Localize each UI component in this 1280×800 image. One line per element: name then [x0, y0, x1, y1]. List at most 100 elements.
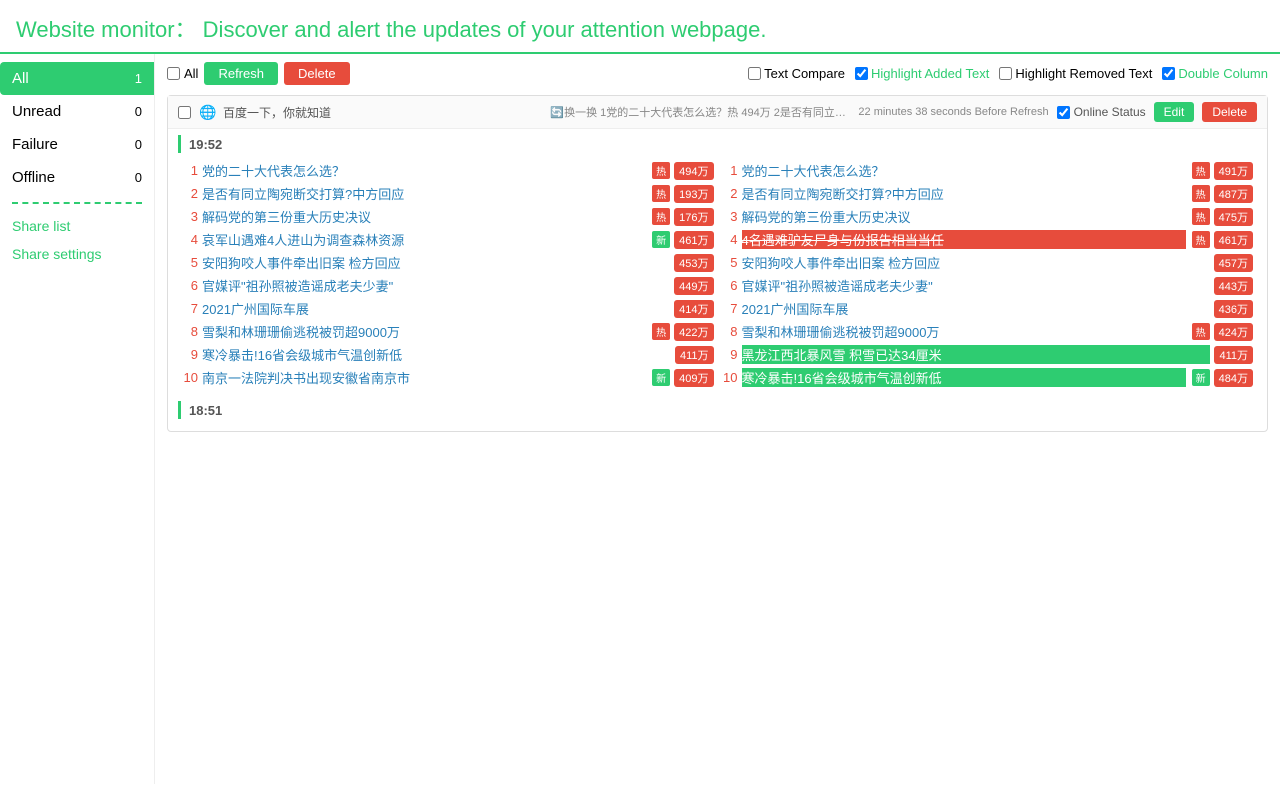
highlight-added-label[interactable]: Highlight Added Text	[855, 66, 989, 81]
news-link[interactable]: 南京一法院判决书出现安徽省南京市	[202, 368, 646, 387]
hot-badge: 热	[1192, 162, 1210, 179]
news-item: 72021广州国际车展414万	[182, 297, 714, 320]
snapshot-time: 18:51	[178, 401, 1257, 419]
news-item: 6官媒评"祖孙照被造谣成老夫少妻"449万	[182, 274, 714, 297]
news-link[interactable]: 寒冷暴击!16省会级城市气温创新低	[742, 368, 1186, 387]
hot-badge: 热	[652, 323, 670, 340]
news-link[interactable]: 4名遇难驴友尸身与份报告相当当任	[742, 230, 1186, 249]
site-title: Website monitor：	[16, 17, 197, 42]
news-item: 9寒冷暴击!16省会级城市气温创新低411万	[182, 343, 714, 366]
monitor-meta: 22 minutes 38 seconds Before Refresh	[858, 106, 1048, 118]
monitor-list: 🌐 百度一下，你就知道 🔄换一换 1党的二十大代表怎么选？热 494万 2是否有…	[167, 95, 1268, 432]
sidebar-count: 1	[135, 71, 142, 86]
all-label: All	[184, 66, 198, 81]
news-count: 453万	[674, 254, 713, 272]
news-link[interactable]: 寒冷暴击!16省会级城市气温创新低	[202, 345, 671, 364]
highlight-added-checkbox[interactable]	[855, 67, 868, 80]
news-link[interactable]: 哀军山遇难4人进山为调查森林资源	[202, 230, 646, 249]
monitor-checkbox[interactable]	[178, 106, 191, 119]
highlight-removed-label[interactable]: Highlight Removed Text	[999, 66, 1152, 81]
monitor-title: 百度一下，你就知道	[223, 104, 542, 121]
online-status-checkbox[interactable]	[1057, 106, 1070, 119]
news-count: 457万	[1214, 254, 1253, 272]
news-link[interactable]: 解码党的第三份重大历史决议	[742, 207, 1186, 226]
online-status-label[interactable]: Online Status	[1057, 105, 1146, 119]
hot-badge: 热	[652, 162, 670, 179]
text-compare-label[interactable]: Text Compare	[748, 66, 845, 81]
sidebar-item-unread[interactable]: Unread0	[0, 95, 154, 128]
sidebar-label: Unread	[12, 103, 61, 120]
news-link[interactable]: 是否有同立陶宛断交打算?中方回应	[742, 184, 1186, 203]
text-compare-checkbox[interactable]	[748, 67, 761, 80]
delete-button[interactable]: Delete	[284, 62, 350, 85]
new-badge: 新	[1192, 369, 1210, 386]
highlight-removed-checkbox[interactable]	[999, 67, 1012, 80]
sidebar-item-all[interactable]: All 1	[0, 62, 154, 95]
new-badge: 新	[652, 369, 670, 386]
news-count: 176万	[674, 208, 713, 226]
online-status-text: Online Status	[1074, 105, 1146, 119]
sidebar-link-share-list[interactable]: Share list	[0, 212, 154, 240]
edit-button[interactable]: Edit	[1154, 102, 1195, 122]
news-rank: 8	[182, 324, 198, 339]
toolbar: All Refresh Delete Text Compare Highligh…	[167, 62, 1268, 85]
site-subtitle: Discover and alert the updates of your a…	[203, 17, 767, 42]
refresh-button[interactable]: Refresh	[204, 62, 278, 85]
news-item: 1党的二十大代表怎么选？热491万	[722, 159, 1254, 182]
news-count: 411万	[675, 346, 714, 364]
double-column-label[interactable]: Double Column	[1162, 66, 1268, 81]
sidebar-item-failure[interactable]: Failure0	[0, 128, 154, 161]
news-link[interactable]: 党的二十大代表怎么选？	[202, 161, 646, 180]
sidebar-item-offline[interactable]: Offline0	[0, 161, 154, 194]
news-link[interactable]: 党的二十大代表怎么选？	[742, 161, 1186, 180]
news-link[interactable]: 官媒评"祖孙照被造谣成老夫少妻"	[742, 276, 1210, 295]
monitor-item: 🌐 百度一下，你就知道 🔄换一换 1党的二十大代表怎么选？热 494万 2是否有…	[167, 95, 1268, 432]
news-item: 8雪梨和林珊珊偷逃税被罚超9000万热422万	[182, 320, 714, 343]
all-checkbox[interactable]	[167, 67, 180, 80]
news-link[interactable]: 2021广州国际车展	[202, 299, 670, 318]
news-link[interactable]: 雪梨和林珊珊偷逃税被罚超9000万	[202, 322, 646, 341]
news-rank: 1	[722, 163, 738, 178]
news-item: 2是否有同立陶宛断交打算?中方回应热487万	[722, 182, 1254, 205]
monitor-header: 🌐 百度一下，你就知道 🔄换一换 1党的二十大代表怎么选？热 494万 2是否有…	[168, 96, 1267, 129]
news-link[interactable]: 黑龙江西北暴风雪 积雪已达34厘米	[742, 345, 1211, 364]
news-item: 8雪梨和林珊珊偷逃税被罚超9000万热424万	[722, 320, 1254, 343]
news-rank: 4	[182, 232, 198, 247]
news-link[interactable]: 雪梨和林珊珊偷逃税被罚超9000万	[742, 322, 1186, 341]
news-count: 487万	[1214, 185, 1253, 203]
news-link[interactable]: 解码党的第三份重大历史决议	[202, 207, 646, 226]
news-link[interactable]: 安阳狗咬人事件牵出旧案 检方回应	[742, 253, 1210, 272]
news-link[interactable]: 官媒评"祖孙照被造谣成老夫少妻"	[202, 276, 670, 295]
news-count: 436万	[1214, 300, 1253, 318]
monitor-favicon: 🌐	[199, 104, 215, 120]
monitor-delete-button[interactable]: Delete	[1202, 102, 1257, 122]
news-rank: 5	[722, 255, 738, 270]
time-bar	[178, 135, 181, 153]
news-count: 449万	[674, 277, 713, 295]
news-item: 10寒冷暴击!16省会级城市气温创新低新484万	[722, 366, 1254, 389]
double-column-checkbox[interactable]	[1162, 67, 1175, 80]
news-item: 4哀军山遇难4人进山为调查森林资源新461万	[182, 228, 714, 251]
news-count: 475万	[1214, 208, 1253, 226]
news-rank: 10	[722, 370, 738, 385]
sidebar: All1Unread0Failure0Offline0Share listSha…	[0, 54, 155, 784]
sidebar-link-share-settings[interactable]: Share settings	[0, 240, 154, 268]
sidebar-count: 0	[135, 170, 142, 185]
news-rank: 4	[722, 232, 738, 247]
snapshot-time: 19:52	[178, 135, 1257, 153]
sidebar-label: All	[12, 70, 29, 87]
news-count: 414万	[674, 300, 713, 318]
time-bar	[178, 401, 181, 419]
news-count: 411万	[1214, 346, 1253, 364]
main-content: All Refresh Delete Text Compare Highligh…	[155, 54, 1280, 784]
time-label: 19:52	[189, 137, 222, 152]
news-link[interactable]: 是否有同立陶宛断交打算?中方回应	[202, 184, 646, 203]
news-count: 494万	[674, 162, 713, 180]
news-link[interactable]: 2021广州国际车展	[742, 299, 1210, 318]
column-left: 1党的二十大代表怎么选？热494万2是否有同立陶宛断交打算?中方回应热193万3…	[178, 159, 718, 389]
news-rank: 5	[182, 255, 198, 270]
time-label: 18:51	[189, 403, 222, 418]
layout: All1Unread0Failure0Offline0Share listSha…	[0, 54, 1280, 784]
news-link[interactable]: 安阳狗咬人事件牵出旧案 检方回应	[202, 253, 670, 272]
all-checkbox-label[interactable]: All	[167, 66, 198, 81]
